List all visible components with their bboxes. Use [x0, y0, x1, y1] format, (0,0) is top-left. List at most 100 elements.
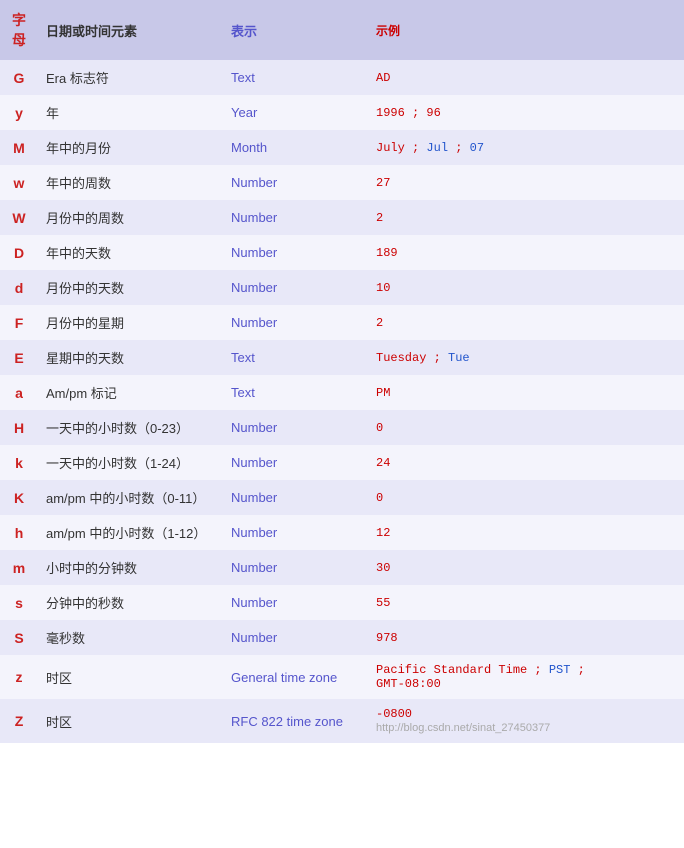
cell-example: 27	[368, 165, 684, 200]
cell-char: M	[0, 130, 38, 165]
cell-char: y	[0, 95, 38, 130]
table-row: w年中的周数Number27	[0, 165, 684, 200]
cell-element: 月份中的星期	[38, 305, 223, 340]
cell-char: E	[0, 340, 38, 375]
table-row: aAm/pm 标记TextPM	[0, 375, 684, 410]
cell-element: 星期中的天数	[38, 340, 223, 375]
cell-example: 978	[368, 620, 684, 655]
table-row: S毫秒数Number978	[0, 620, 684, 655]
cell-example: 0	[368, 480, 684, 515]
cell-element: am/pm 中的小时数（0-11）	[38, 480, 223, 515]
cell-repr: RFC 822 time zone	[223, 699, 368, 743]
cell-repr: Number	[223, 410, 368, 445]
cell-example: 189	[368, 235, 684, 270]
cell-example: 2	[368, 200, 684, 235]
cell-char: d	[0, 270, 38, 305]
cell-repr: Text	[223, 375, 368, 410]
cell-element: 月份中的天数	[38, 270, 223, 305]
table-header: 字母 日期或时间元素 表示 示例	[0, 0, 684, 60]
table-row: Kam/pm 中的小时数（0-11）Number0	[0, 480, 684, 515]
cell-element: 时区	[38, 655, 223, 699]
cell-example: PM	[368, 375, 684, 410]
cell-element: 分钟中的秒数	[38, 585, 223, 620]
cell-example: 2	[368, 305, 684, 340]
cell-example: 10	[368, 270, 684, 305]
cell-example: 1996 ; 96	[368, 95, 684, 130]
cell-repr: Year	[223, 95, 368, 130]
cell-char: s	[0, 585, 38, 620]
cell-element: 年	[38, 95, 223, 130]
cell-example: 55	[368, 585, 684, 620]
table-row: y年Year1996 ; 96	[0, 95, 684, 130]
header-example: 示例	[368, 0, 684, 60]
cell-element: 年中的天数	[38, 235, 223, 270]
table-row: Z时区RFC 822 time zone-0800http://blog.csd…	[0, 699, 684, 743]
cell-char: D	[0, 235, 38, 270]
cell-repr: Number	[223, 165, 368, 200]
cell-repr: Number	[223, 585, 368, 620]
cell-char: F	[0, 305, 38, 340]
cell-repr: Number	[223, 305, 368, 340]
cell-element: 年中的月份	[38, 130, 223, 165]
cell-repr: Number	[223, 480, 368, 515]
cell-repr: Number	[223, 270, 368, 305]
cell-repr: Number	[223, 620, 368, 655]
table-row: s分钟中的秒数Number55	[0, 585, 684, 620]
cell-char: Z	[0, 699, 38, 743]
cell-element: 一天中的小时数（1-24）	[38, 445, 223, 480]
cell-char: G	[0, 60, 38, 95]
cell-repr: Number	[223, 445, 368, 480]
cell-element: 小时中的分钟数	[38, 550, 223, 585]
cell-example: Tuesday ; Tue	[368, 340, 684, 375]
cell-example: Pacific Standard Time ; PST ;GMT-08:00	[368, 655, 684, 699]
cell-element: 一天中的小时数（0-23）	[38, 410, 223, 445]
cell-char: W	[0, 200, 38, 235]
cell-char: H	[0, 410, 38, 445]
table-row: F月份中的星期Number2	[0, 305, 684, 340]
header-repr: 表示	[223, 0, 368, 60]
cell-element: Era 标志符	[38, 60, 223, 95]
cell-char: m	[0, 550, 38, 585]
table-row: E星期中的天数TextTuesday ; Tue	[0, 340, 684, 375]
table-row: m小时中的分钟数Number30	[0, 550, 684, 585]
cell-element: 时区	[38, 699, 223, 743]
cell-example: 12	[368, 515, 684, 550]
table-row: d月份中的天数Number10	[0, 270, 684, 305]
cell-char: a	[0, 375, 38, 410]
table-row: ham/pm 中的小时数（1-12）Number12	[0, 515, 684, 550]
cell-repr: Number	[223, 550, 368, 585]
cell-char: K	[0, 480, 38, 515]
cell-repr: General time zone	[223, 655, 368, 699]
cell-char: z	[0, 655, 38, 699]
cell-repr: Number	[223, 235, 368, 270]
table-row: D年中的天数Number189	[0, 235, 684, 270]
cell-repr: Month	[223, 130, 368, 165]
table-row: M年中的月份MonthJuly ; Jul ; 07	[0, 130, 684, 165]
cell-example: 0	[368, 410, 684, 445]
cell-repr: Number	[223, 515, 368, 550]
cell-element: am/pm 中的小时数（1-12）	[38, 515, 223, 550]
cell-repr: Text	[223, 340, 368, 375]
cell-example: July ; Jul ; 07	[368, 130, 684, 165]
cell-example: -0800http://blog.csdn.net/sinat_27450377	[368, 699, 684, 743]
table-row: GEra 标志符TextAD	[0, 60, 684, 95]
cell-element: Am/pm 标记	[38, 375, 223, 410]
header-element: 日期或时间元素	[38, 0, 223, 60]
cell-char: k	[0, 445, 38, 480]
cell-repr: Number	[223, 200, 368, 235]
cell-char: h	[0, 515, 38, 550]
cell-char: w	[0, 165, 38, 200]
cell-element: 月份中的周数	[38, 200, 223, 235]
table-row: k一天中的小时数（1-24）Number24	[0, 445, 684, 480]
cell-example: 24	[368, 445, 684, 480]
cell-example: AD	[368, 60, 684, 95]
cell-char: S	[0, 620, 38, 655]
table-row: W月份中的周数Number2	[0, 200, 684, 235]
table-row: H一天中的小时数（0-23）Number0	[0, 410, 684, 445]
cell-repr: Text	[223, 60, 368, 95]
table-row: z时区General time zonePacific Standard Tim…	[0, 655, 684, 699]
header-char: 字母	[0, 0, 38, 60]
date-format-table: 字母 日期或时间元素 表示 示例 GEra 标志符TextADy年Year199…	[0, 0, 684, 743]
cell-element: 毫秒数	[38, 620, 223, 655]
cell-element: 年中的周数	[38, 165, 223, 200]
